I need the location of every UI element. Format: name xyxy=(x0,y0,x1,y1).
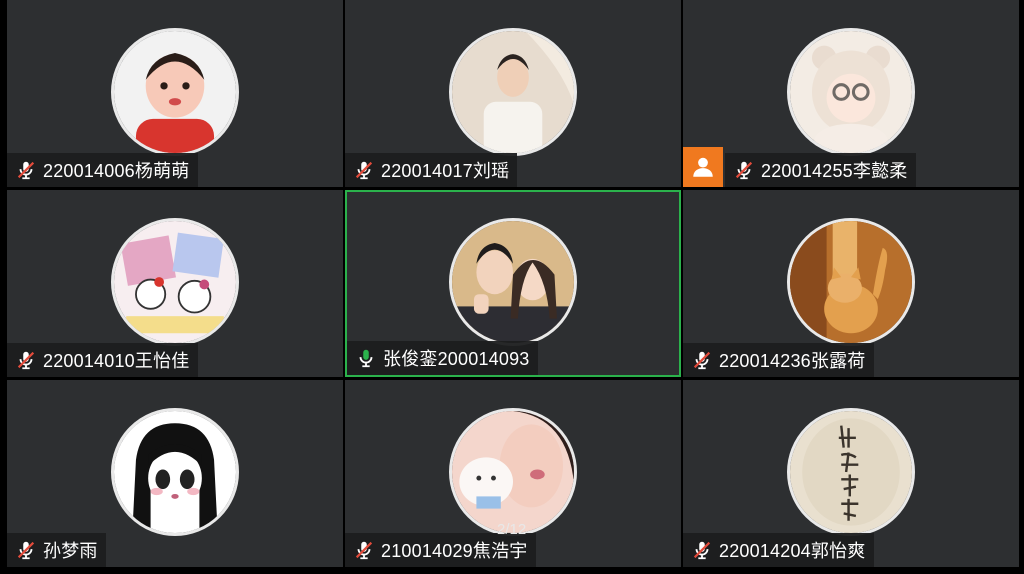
mic-muted-icon xyxy=(353,539,375,561)
participant-name: 220014010王怡佳 xyxy=(43,351,190,371)
participant-avatar xyxy=(787,218,915,346)
participant-avatar xyxy=(111,218,239,346)
participant-namebar: 220014204郭怡爽 xyxy=(683,533,874,567)
participant-namebar: 220014236张露荷 xyxy=(683,343,874,377)
participant-namebar: 220014255李懿柔 xyxy=(725,153,916,187)
avatar-image-man-white-shirt xyxy=(452,31,574,153)
participant-name: 210014029焦浩宇 xyxy=(381,541,528,561)
participant-tile-active-speaker[interactable]: 张俊銮200014093 xyxy=(345,190,681,377)
host-badge-icon xyxy=(683,147,723,187)
mic-muted-icon xyxy=(691,349,713,371)
mic-muted-icon xyxy=(353,159,375,181)
mic-muted-icon xyxy=(15,159,37,181)
avatar-image-child-red-shirt xyxy=(114,31,236,153)
participant-name: 220014017刘瑶 xyxy=(381,161,510,181)
avatar-image-stickers-collage xyxy=(114,221,236,343)
participant-tile[interactable]: 孙梦雨 xyxy=(7,380,343,567)
participant-tile[interactable]: 220014017刘瑶 xyxy=(345,0,681,187)
mic-muted-icon xyxy=(733,159,755,181)
participant-tile[interactable]: 220014006杨萌萌 xyxy=(7,0,343,187)
participant-name: 张俊銮200014093 xyxy=(383,349,530,369)
avatar-image-child-bear-hat xyxy=(790,31,912,153)
participant-namebar: 220014010王怡佳 xyxy=(7,343,198,377)
participant-tile[interactable]: 220014236张露荷 xyxy=(683,190,1019,377)
participant-tile[interactable]: 210014029焦浩宇 xyxy=(345,380,681,567)
participant-name: 220014204郭怡爽 xyxy=(719,541,866,561)
participant-namebar: 张俊銮200014093 xyxy=(347,341,538,375)
avatar-image-girl-plush xyxy=(452,411,574,533)
avatar-image-anime-girl xyxy=(114,411,236,533)
participant-avatar xyxy=(787,28,915,156)
mic-muted-icon xyxy=(15,539,37,561)
page-indicator: 2/12 xyxy=(497,521,527,538)
mic-muted-icon xyxy=(15,349,37,371)
mic-muted-icon xyxy=(691,539,713,561)
avatar-image-calligraphy xyxy=(790,411,912,533)
participant-grid: 220014006杨萌萌 220014017刘瑶 220014255李懿柔 22… xyxy=(7,0,1019,568)
participant-avatar xyxy=(111,408,239,536)
participant-name: 220014006杨萌萌 xyxy=(43,161,190,181)
avatar-image-couple xyxy=(452,221,574,343)
participant-namebar: 220014017刘瑶 xyxy=(345,153,518,187)
participant-avatar xyxy=(449,218,577,346)
participant-avatar xyxy=(787,408,915,536)
participant-namebar: 220014006杨萌萌 xyxy=(7,153,198,187)
participant-name: 220014255李懿柔 xyxy=(761,161,908,181)
participant-avatar xyxy=(111,28,239,156)
participant-avatar xyxy=(449,408,577,536)
participant-tile[interactable]: 220014010王怡佳 xyxy=(7,190,343,377)
participant-name: 孙梦雨 xyxy=(43,541,98,561)
participant-tile[interactable]: 220014255李懿柔 xyxy=(683,0,1019,187)
participant-namebar: 孙梦雨 xyxy=(7,533,106,567)
participant-namebar: 210014029焦浩宇 xyxy=(345,533,536,567)
participant-avatar xyxy=(449,28,577,156)
participant-name: 220014236张露荷 xyxy=(719,351,866,371)
avatar-image-cat-waving xyxy=(790,221,912,343)
mic-active-icon xyxy=(355,347,377,369)
participant-tile[interactable]: 220014204郭怡爽 xyxy=(683,380,1019,567)
